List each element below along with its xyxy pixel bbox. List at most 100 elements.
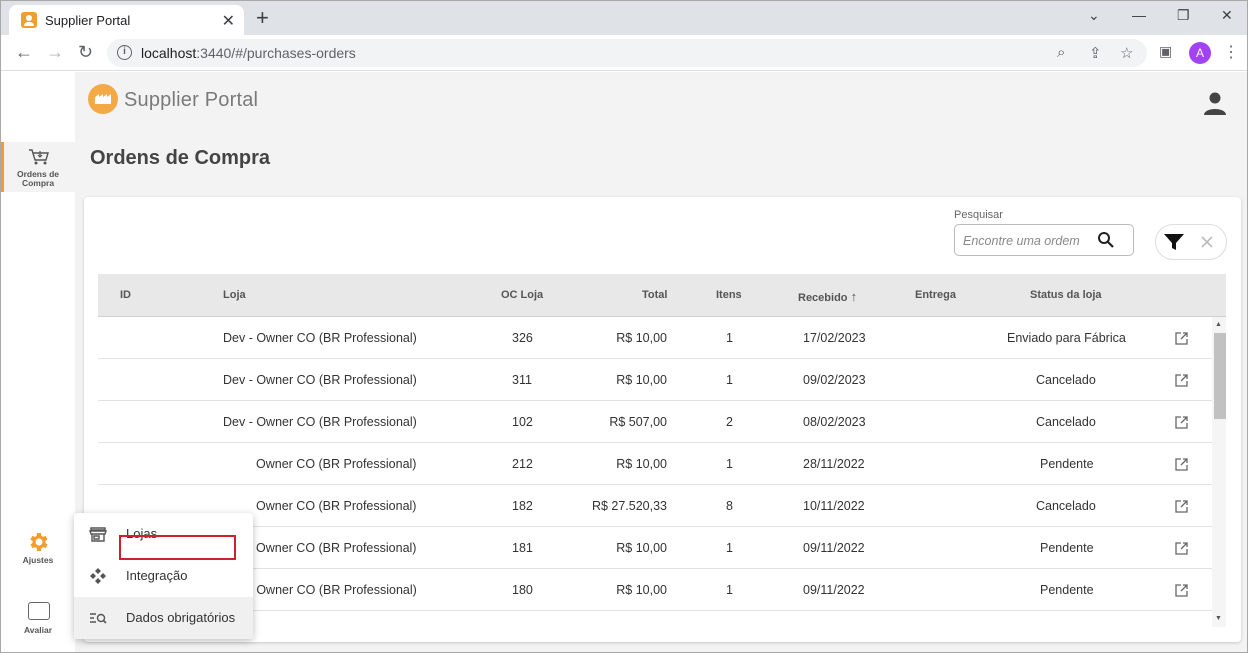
cell-recebido: 09/11/2022 bbox=[803, 583, 865, 597]
minimize-icon[interactable]: — bbox=[1132, 7, 1146, 23]
scrollbar-thumb[interactable] bbox=[1214, 333, 1226, 419]
scroll-down-icon[interactable]: ▼ bbox=[1215, 615, 1222, 622]
table-row[interactable]: Owner CO (BR Professional) 212 R$ 10,00 … bbox=[98, 443, 1212, 485]
cell-total: R$ 27.520,33 bbox=[591, 499, 667, 513]
title-bar: Supplier Portal ✕ + ⌄ — ❐ ✕ bbox=[1, 1, 1247, 35]
table-row[interactable]: Dev - Owner CO (BR Professional) 326 R$ … bbox=[98, 317, 1212, 359]
cell-total: R$ 10,00 bbox=[616, 331, 667, 345]
open-external-icon[interactable] bbox=[1175, 374, 1188, 387]
search-label: Pesquisar bbox=[954, 209, 1003, 221]
open-external-icon[interactable] bbox=[1175, 332, 1188, 345]
bookmark-star-icon[interactable]: ☆ bbox=[1120, 44, 1133, 62]
cell-itens: 8 bbox=[726, 499, 733, 513]
scroll-up-icon[interactable]: ▲ bbox=[1215, 321, 1222, 328]
brand-name: Supplier Portal bbox=[124, 89, 259, 111]
cell-total: R$ 10,00 bbox=[616, 457, 667, 471]
header-itens[interactable]: Itens bbox=[716, 289, 742, 301]
search-icon[interactable] bbox=[1097, 231, 1115, 249]
back-icon[interactable]: ← bbox=[15, 42, 33, 63]
cell-loja: Dev - Owner CO (BR Professional) bbox=[223, 331, 417, 345]
cell-status: Pendente bbox=[1040, 583, 1094, 597]
site-info-icon[interactable]: i bbox=[117, 45, 132, 60]
browser-tab[interactable]: Supplier Portal ✕ bbox=[9, 5, 244, 35]
browser-window: Supplier Portal ✕ + ⌄ — ❐ ✕ ← → ↻ i loca… bbox=[0, 0, 1248, 653]
table-body: Dev - Owner CO (BR Professional) 326 R$ … bbox=[98, 317, 1212, 611]
cell-recebido: 10/11/2022 bbox=[803, 499, 865, 513]
cell-itens: 2 bbox=[726, 415, 733, 429]
profile-avatar[interactable]: A bbox=[1189, 42, 1211, 64]
cell-status: Cancelado bbox=[1036, 499, 1096, 513]
tab-search-icon[interactable]: ⌄ bbox=[1088, 7, 1100, 24]
header-total[interactable]: Total bbox=[642, 289, 667, 301]
header-recebido[interactable]: Recebido ↑ bbox=[798, 289, 857, 304]
table-row[interactable]: Owner CO (BR Professional) 182 R$ 27.520… bbox=[98, 485, 1212, 527]
open-external-icon[interactable] bbox=[1175, 542, 1188, 555]
chat-icon[interactable] bbox=[28, 602, 50, 620]
table-row[interactable]: Dev - Owner CO (BR Professional) 311 R$ … bbox=[98, 359, 1212, 401]
cell-itens: 1 bbox=[726, 331, 733, 345]
cell-total: R$ 10,00 bbox=[616, 541, 667, 555]
cell-itens: 1 bbox=[726, 541, 733, 555]
clear-filter-icon[interactable] bbox=[1201, 236, 1213, 248]
table-row[interactable]: Dev - Owner CO (BR Professional) 180 R$ … bbox=[98, 569, 1212, 611]
cell-loja: Owner CO (BR Professional) bbox=[256, 457, 417, 471]
window-close-icon[interactable]: ✕ bbox=[1221, 7, 1233, 24]
cell-oc-loja: 311 bbox=[512, 373, 532, 387]
restore-icon[interactable]: ❐ bbox=[1177, 7, 1190, 24]
app-area: Ordens de Compra Ajustes Avaliar Supplie… bbox=[1, 72, 1247, 652]
open-external-icon[interactable] bbox=[1175, 584, 1188, 597]
header-id[interactable]: ID bbox=[120, 289, 131, 301]
table-scrollbar[interactable]: ▲ ▼ bbox=[1212, 317, 1226, 627]
cell-recebido: 08/02/2023 bbox=[803, 415, 866, 429]
user-icon[interactable] bbox=[1202, 90, 1228, 116]
forward-icon[interactable]: → bbox=[46, 42, 64, 63]
header-loja[interactable]: Loja bbox=[223, 289, 246, 301]
cell-recebido: 09/02/2023 bbox=[803, 373, 866, 387]
cell-itens: 1 bbox=[726, 373, 733, 387]
nav-settings-label[interactable]: Ajustes bbox=[1, 555, 75, 565]
new-tab-button[interactable]: + bbox=[256, 5, 269, 31]
menu-label-integracao: Integração bbox=[126, 568, 188, 583]
tab-title: Supplier Portal bbox=[45, 13, 131, 28]
nav-feedback-label[interactable]: Avaliar bbox=[1, 625, 75, 635]
filter-controls bbox=[1155, 224, 1227, 260]
cell-itens: 1 bbox=[726, 583, 733, 597]
browser-menu-icon[interactable]: ⋮ bbox=[1223, 42, 1239, 62]
cell-status: Enviado para Fábrica bbox=[1007, 331, 1126, 345]
header-oc-loja[interactable]: OC Loja bbox=[501, 289, 543, 301]
open-external-icon[interactable] bbox=[1175, 458, 1188, 471]
cell-oc-loja: 102 bbox=[512, 415, 533, 429]
table-row[interactable]: Owner CO (BR Professional) 181 R$ 10,00 … bbox=[98, 527, 1212, 569]
header-entrega[interactable]: Entrega bbox=[915, 289, 956, 301]
cell-loja: Dev - Owner CO (BR Professional) bbox=[223, 373, 417, 387]
menu-item-dados-obrigatorios[interactable]: Dados obrigatórios bbox=[74, 597, 253, 639]
zoom-icon[interactable]: ⌕ bbox=[1057, 44, 1065, 61]
highlight-annotation bbox=[119, 535, 236, 560]
cell-oc-loja: 182 bbox=[512, 499, 533, 513]
sort-arrow-icon: ↑ bbox=[850, 289, 858, 304]
filter-icon[interactable] bbox=[1163, 233, 1185, 251]
tab-close-icon[interactable]: ✕ bbox=[222, 11, 235, 31]
url-field[interactable]: i localhost:3440/#/purchases-orders ⌕ ⇪ … bbox=[107, 39, 1147, 67]
header-status[interactable]: Status da loja bbox=[1030, 289, 1102, 301]
cell-status: Cancelado bbox=[1036, 415, 1096, 429]
cell-loja: Owner CO (BR Professional) bbox=[256, 541, 417, 555]
table-row[interactable]: Dev - Owner CO (BR Professional) 102 R$ … bbox=[98, 401, 1212, 443]
side-panel-icon[interactable]: ▣ bbox=[1159, 43, 1172, 60]
cart-icon bbox=[29, 149, 49, 165]
table-header: ID Loja OC Loja Total Itens Recebido ↑ E… bbox=[98, 274, 1226, 317]
favicon-icon bbox=[21, 12, 37, 28]
open-external-icon[interactable] bbox=[1175, 500, 1188, 513]
gear-icon[interactable] bbox=[26, 530, 50, 554]
page-title: Ordens de Compra bbox=[90, 147, 271, 169]
search-input[interactable]: Encontre uma ordem bbox=[954, 224, 1134, 256]
cell-status: Cancelado bbox=[1036, 373, 1096, 387]
store-icon bbox=[89, 527, 107, 542]
share-icon[interactable]: ⇪ bbox=[1089, 44, 1102, 62]
cell-itens: 1 bbox=[726, 457, 733, 471]
menu-item-integracao[interactable]: Integração bbox=[74, 555, 253, 597]
cell-oc-loja: 212 bbox=[512, 457, 533, 471]
open-external-icon[interactable] bbox=[1175, 416, 1188, 429]
reload-icon[interactable]: ↻ bbox=[78, 42, 93, 63]
cell-total: R$ 10,00 bbox=[616, 373, 667, 387]
